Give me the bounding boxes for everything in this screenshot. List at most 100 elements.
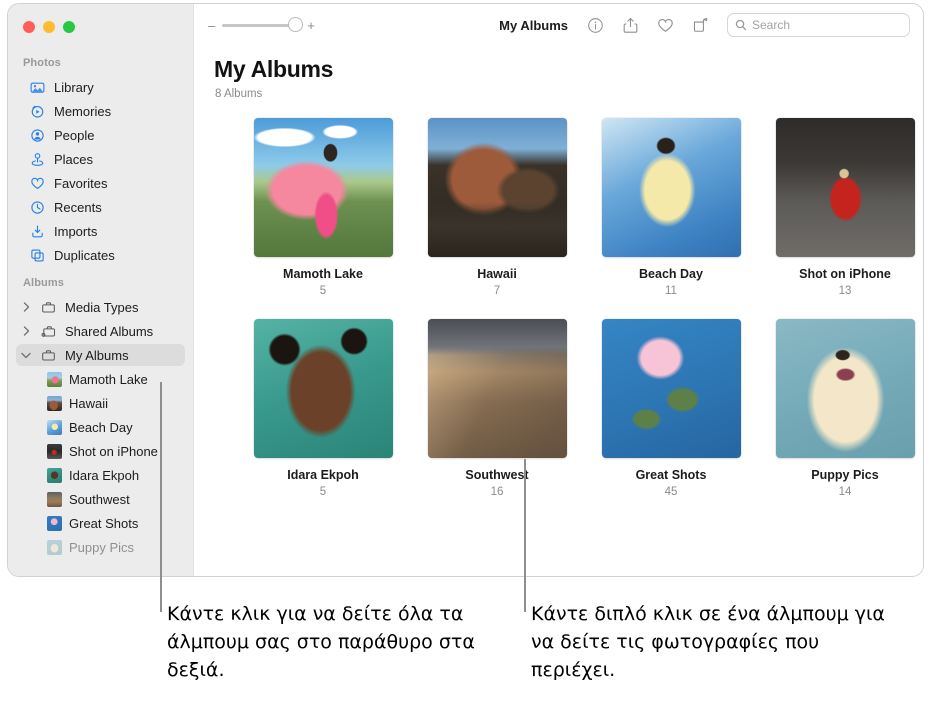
sidebar-item-label: Shared Albums	[65, 324, 153, 339]
sidebar-item-places[interactable]: Places	[16, 148, 185, 170]
sidebar-album-label: Idara Ekpoh	[69, 468, 139, 483]
album-card[interactable]: Southwest 16	[410, 319, 584, 498]
sidebar-item-label: Library	[54, 80, 94, 95]
sidebar-item-my-albums[interactable]: My Albums	[16, 344, 185, 366]
album-name: Hawaii	[410, 267, 584, 281]
places-icon	[29, 151, 46, 168]
favorite-heart-icon[interactable]	[656, 16, 675, 35]
album-count: 14	[758, 486, 923, 498]
album-cover-photo[interactable]	[602, 118, 741, 257]
album-card[interactable]: Shot on iPhone 13	[758, 118, 923, 297]
folder-icon	[40, 347, 57, 364]
callout-line-right	[524, 459, 526, 612]
album-name: Beach Day	[584, 267, 758, 281]
zoom-out-label[interactable]: –	[208, 18, 215, 33]
album-cover-photo[interactable]	[776, 118, 915, 257]
sidebar-item-label: Recents	[54, 200, 102, 215]
zoom-slider-knob[interactable]	[289, 18, 302, 31]
sidebar-item-recents[interactable]: Recents	[16, 196, 185, 218]
window-controls	[23, 21, 75, 33]
memories-icon	[29, 103, 46, 120]
album-thumbnail	[47, 420, 62, 435]
album-name: Idara Ekpoh	[236, 468, 410, 482]
sidebar-item-label: Memories	[54, 104, 111, 119]
album-count: 11	[584, 285, 758, 297]
toolbar: – + My Albums	[194, 4, 923, 46]
clock-icon	[29, 199, 46, 216]
library-icon	[29, 79, 46, 96]
sidebar-item-imports[interactable]: Imports	[16, 220, 185, 242]
albums-content: My Albums 8 Albums Mamoth Lake 5	[194, 46, 923, 498]
album-card[interactable]: Idara Ekpoh 5	[236, 319, 410, 498]
maximize-button[interactable]	[63, 21, 75, 33]
sidebar-item-library[interactable]: Library	[16, 76, 185, 98]
album-cover-photo[interactable]	[428, 319, 567, 458]
sidebar-album-label: Puppy Pics	[69, 540, 134, 555]
folder-icon	[40, 299, 57, 316]
album-count: 45	[584, 486, 758, 498]
albums-grid: Mamoth Lake 5 Hawaii 7	[194, 118, 923, 498]
album-cover-photo[interactable]	[776, 319, 915, 458]
album-name: Shot on iPhone	[758, 267, 923, 281]
sidebar-section-photos-header: Photos	[8, 54, 193, 74]
sidebar-item-duplicates[interactable]: Duplicates	[16, 244, 185, 266]
sidebar-album-label: Southwest	[69, 492, 130, 507]
sidebar-album-label: Beach Day	[69, 420, 133, 435]
toolbar-title: My Albums	[499, 18, 568, 33]
minimize-button[interactable]	[43, 21, 55, 33]
album-cover-photo[interactable]	[254, 319, 393, 458]
zoom-in-label[interactable]: +	[307, 18, 315, 33]
callout-caption-right: Κάντε διπλό κλικ σε ένα άλμπουμ για να δ…	[531, 600, 891, 684]
chevron-right-icon[interactable]	[20, 326, 32, 336]
album-cover-photo[interactable]	[254, 118, 393, 257]
sidebar-item-people[interactable]: People	[16, 124, 185, 146]
sidebar-item-label: People	[54, 128, 94, 143]
album-count: 5	[236, 486, 410, 498]
album-thumbnail	[47, 444, 62, 459]
sidebar-item-favorites[interactable]: Favorites	[16, 172, 185, 194]
sidebar-item-label: Duplicates	[54, 248, 115, 263]
search-input[interactable]: Search	[728, 14, 909, 36]
album-card[interactable]: Hawaii 7	[410, 118, 584, 297]
search-placeholder: Search	[752, 18, 790, 32]
chevron-right-icon[interactable]	[20, 302, 32, 312]
close-button[interactable]	[23, 21, 35, 33]
sidebar-album-label: Great Shots	[69, 516, 138, 531]
sidebar-item-label: My Albums	[65, 348, 129, 363]
sidebar-item-memories[interactable]: Memories	[16, 100, 185, 122]
album-thumbnail	[47, 492, 62, 507]
album-count: 5	[236, 285, 410, 297]
main-panel: – + My Albums	[193, 4, 923, 576]
album-thumbnail	[47, 468, 62, 483]
album-card[interactable]: Great Shots 45	[584, 319, 758, 498]
sidebar-item-media-types[interactable]: Media Types	[16, 296, 185, 318]
album-count: 7	[410, 285, 584, 297]
search-icon	[735, 19, 747, 31]
sidebar-item-label: Imports	[54, 224, 97, 239]
sidebar-album-label: Shot on iPhone	[69, 444, 158, 459]
album-name: Puppy Pics	[758, 468, 923, 482]
heart-icon	[29, 175, 46, 192]
people-icon	[29, 127, 46, 144]
album-card[interactable]: Beach Day 11	[584, 118, 758, 297]
rotate-icon[interactable]	[691, 16, 710, 35]
info-icon[interactable]	[586, 16, 605, 35]
album-cover-photo[interactable]	[428, 118, 567, 257]
album-name: Great Shots	[584, 468, 758, 482]
zoom-slider[interactable]: – +	[208, 18, 315, 33]
sidebar-item-label: Favorites	[54, 176, 107, 191]
sidebar-section-albums-header: Albums	[8, 274, 193, 294]
sidebar-item-label: Places	[54, 152, 93, 167]
callout-caption-left: Κάντε κλικ για να δείτε όλα τα άλμπουμ σ…	[167, 600, 497, 684]
chevron-down-icon[interactable]	[20, 352, 32, 359]
album-cover-photo[interactable]	[602, 319, 741, 458]
sidebar-item-shared-albums[interactable]: Shared Albums	[16, 320, 185, 342]
sidebar: Photos Library	[8, 4, 193, 576]
sidebar-item-label: Media Types	[65, 300, 138, 315]
import-icon	[29, 223, 46, 240]
zoom-slider-track[interactable]	[222, 24, 300, 27]
album-card[interactable]: Puppy Pics 14	[758, 319, 923, 498]
sidebar-scroll[interactable]: Photos Library	[8, 4, 193, 558]
share-icon[interactable]	[621, 16, 640, 35]
album-card[interactable]: Mamoth Lake 5	[236, 118, 410, 297]
